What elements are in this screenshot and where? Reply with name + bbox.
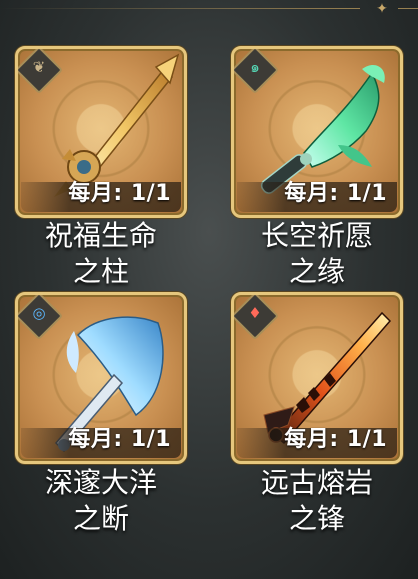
item-name-line1: 长空祈愿 xyxy=(260,219,373,252)
shop-item-card[interactable]: ♦ 每月: 1/1 xyxy=(231,292,403,464)
item-name-line2: 之断 xyxy=(72,502,129,535)
shop-item-card[interactable]: ❦ 每月: 1/1 xyxy=(15,46,187,218)
item-frame: ♦ 每月: 1/1 xyxy=(231,292,403,464)
purchase-limit-label: 每月: 1/1 xyxy=(284,427,387,452)
item-name: 祝福生命 之柱 xyxy=(1,218,201,290)
item-frame: ๑ 每月: 1/1 xyxy=(231,46,403,218)
top-divider-line-right xyxy=(398,8,418,9)
purchase-limit-label: 每月: 1/1 xyxy=(68,181,171,206)
item-frame: ❦ 每月: 1/1 xyxy=(15,46,187,218)
purchase-limit-label: 每月: 1/1 xyxy=(284,181,387,206)
purchase-limit-bar: 每月: 1/1 xyxy=(21,181,181,212)
item-name-line1: 远古熔岩 xyxy=(260,466,373,499)
item-name: 长空祈愿 之缘 xyxy=(217,218,417,290)
item-name-line2: 之缘 xyxy=(288,255,345,288)
item-name-line2: 之锋 xyxy=(288,502,345,535)
purchase-limit-bar: 每月: 1/1 xyxy=(237,427,397,458)
item-name: 远古熔岩 之锋 xyxy=(217,465,417,537)
shop-item-card[interactable]: ◎ 每月: 1/1 xyxy=(15,292,187,464)
purchase-limit-bar: 每月: 1/1 xyxy=(21,427,181,458)
shop-item-card[interactable]: ๑ 每月: 1/1 xyxy=(231,46,403,218)
item-name: 深邃大洋 之断 xyxy=(1,465,201,537)
item-name-line2: 之柱 xyxy=(72,255,129,288)
item-name-line1: 祝福生命 xyxy=(44,219,157,252)
top-divider-line xyxy=(0,8,360,9)
ornament-icon: ✦ xyxy=(376,1,388,17)
purchase-limit-bar: 每月: 1/1 xyxy=(237,181,397,212)
item-name-line1: 深邃大洋 xyxy=(44,466,157,499)
purchase-limit-label: 每月: 1/1 xyxy=(68,427,171,452)
item-frame: ◎ 每月: 1/1 xyxy=(15,292,187,464)
